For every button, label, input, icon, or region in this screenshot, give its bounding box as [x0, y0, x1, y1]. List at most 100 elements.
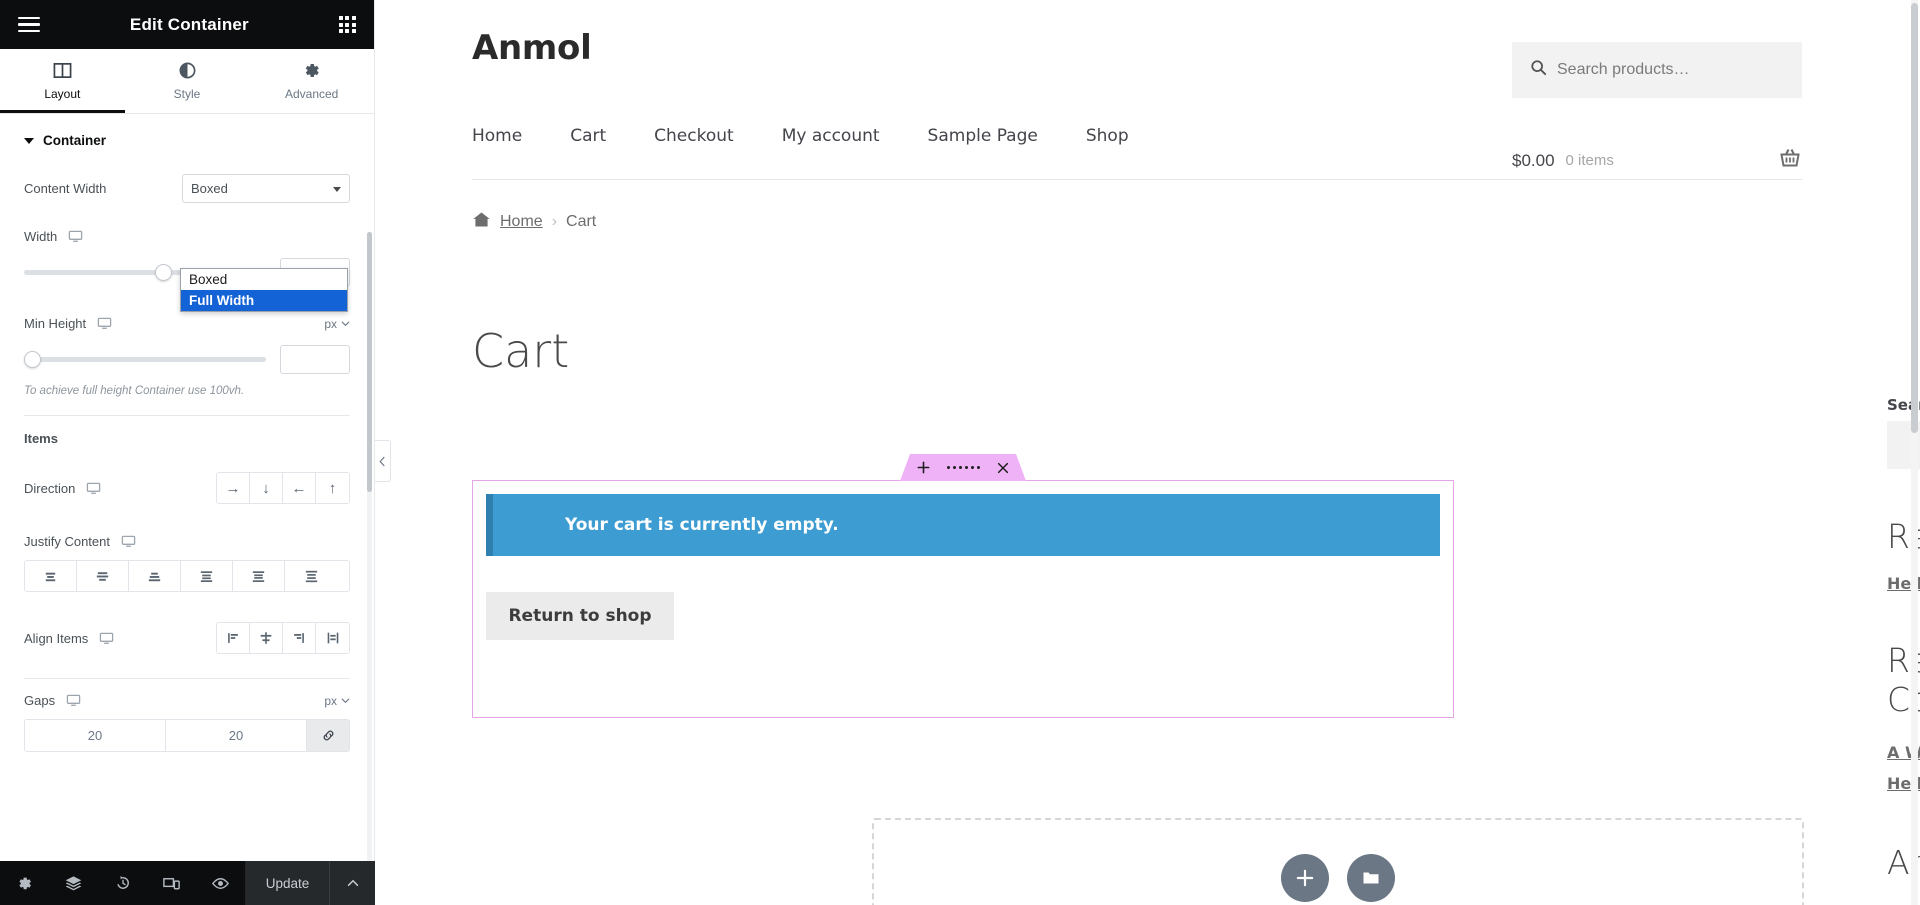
direction-button-group: → ↓ ← ↑ [216, 472, 350, 504]
control-direction: Direction → ↓ ← ↑ [0, 446, 374, 504]
link-icon[interactable] [307, 720, 349, 751]
nav-item-my-account[interactable]: My account [782, 126, 880, 146]
tab-layout[interactable]: Layout [0, 49, 125, 113]
gaps-label-text: Gaps [24, 693, 56, 708]
desktop-icon[interactable] [121, 534, 136, 549]
justify-end-icon[interactable] [129, 561, 181, 591]
tab-style-label: Style [173, 87, 201, 101]
layers-navigator-icon[interactable] [49, 861, 98, 905]
breadcrumb-home[interactable]: Home [500, 213, 543, 231]
nav-item-shop[interactable]: Shop [1086, 126, 1129, 146]
direction-label-text: Direction [24, 480, 76, 496]
nav-item-checkout[interactable]: Checkout [654, 126, 734, 146]
desktop-icon[interactable] [66, 693, 81, 708]
tab-layout-label: Layout [44, 87, 81, 101]
update-button[interactable]: Update [245, 861, 329, 905]
align-center-icon[interactable] [250, 623, 283, 653]
min-height-slider-knob[interactable] [24, 351, 41, 368]
cart-amount: $0.00 [1512, 150, 1555, 170]
chevron-down-icon [341, 321, 350, 327]
content-width-dropdown: Boxed Full Width [180, 268, 348, 312]
align-items-button-group [216, 622, 350, 654]
align-end-icon[interactable] [283, 623, 316, 653]
page-title: Cart [472, 324, 570, 378]
preview-scrollbar[interactable] [1911, 0, 1918, 905]
half-circle-contrast-icon [125, 61, 250, 83]
arrow-up-icon[interactable]: ↑ [316, 473, 349, 503]
gear-icon [249, 61, 374, 83]
grid-apps-icon[interactable] [338, 15, 356, 34]
min-height-unit: px [324, 316, 337, 331]
content-width-option-full-width[interactable]: Full Width [181, 290, 347, 311]
preview-scrollbar-thumb[interactable] [1911, 3, 1918, 433]
product-search-box[interactable]: Search products… [1512, 42, 1802, 98]
gear-settings-icon[interactable] [0, 861, 49, 905]
arrow-left-icon[interactable]: ← [283, 473, 316, 503]
nav-item-home[interactable]: Home [472, 126, 522, 146]
site-header: Anmol Search products… Home Cart Checkou… [375, 0, 1920, 180]
content-width-select[interactable]: Boxed [182, 174, 350, 203]
plus-icon[interactable] [916, 460, 931, 475]
cart-summary[interactable]: $0.00 0 items [1512, 146, 1802, 175]
desktop-icon[interactable] [99, 631, 114, 646]
responsive-devices-icon[interactable] [147, 861, 196, 905]
justify-space-around-icon[interactable] [233, 561, 285, 591]
return-to-shop-button[interactable]: Return to shop [486, 592, 674, 640]
justify-space-between-icon[interactable] [181, 561, 233, 591]
hamburger-icon[interactable] [18, 16, 40, 33]
justify-space-evenly-icon[interactable] [285, 561, 337, 591]
min-height-label: Min Height [24, 316, 112, 331]
gaps-label: Gaps [24, 693, 81, 708]
arrow-down-icon[interactable]: ↓ [250, 473, 283, 503]
chevron-up-icon[interactable] [329, 861, 375, 905]
tab-advanced-label: Advanced [284, 87, 339, 101]
content-width-value: Boxed [191, 181, 228, 196]
min-height-input[interactable] [280, 345, 350, 374]
elementor-selected-container[interactable]: Your cart is currently empty. Return to … [472, 480, 1454, 718]
justify-start-icon[interactable] [25, 561, 77, 591]
min-height-slider[interactable] [24, 350, 266, 370]
width-slider-knob[interactable] [154, 264, 172, 281]
justify-center-icon[interactable] [77, 561, 129, 591]
section-container-header[interactable]: Container [0, 114, 374, 164]
align-stretch-icon[interactable] [316, 623, 349, 653]
gaps-inputs: 20 20 [24, 719, 350, 752]
desktop-icon[interactable] [97, 316, 112, 331]
tab-advanced[interactable]: Advanced [249, 49, 374, 113]
editor-root: Edit Container Layout Style Advanced Con… [0, 0, 1920, 905]
min-height-unit-selector[interactable]: px [324, 317, 350, 331]
panel-tabs: Layout Style Advanced [0, 49, 374, 114]
panel-collapse-handle[interactable] [375, 440, 391, 482]
align-start-icon[interactable] [217, 623, 250, 653]
min-height-hint: To achieve full height Container use 100… [24, 385, 245, 397]
tab-style[interactable]: Style [125, 49, 250, 113]
cart-items-count: 0 items [1565, 152, 1614, 169]
gaps-column-input[interactable]: 20 [25, 720, 166, 751]
control-justify-content: Justify Content [0, 504, 374, 549]
chevron-down-icon [333, 186, 341, 192]
desktop-icon[interactable] [68, 229, 83, 244]
basket-icon[interactable] [1778, 146, 1802, 175]
nav-item-cart[interactable]: Cart [570, 126, 606, 146]
close-x-icon[interactable] [996, 461, 1010, 475]
min-height-slider-track [24, 357, 266, 362]
six-dots-drag-icon[interactable] [947, 466, 980, 469]
panel-footer: Update [0, 861, 375, 905]
gaps-unit-selector[interactable]: px [324, 694, 350, 708]
folder-templates-icon[interactable] [1347, 854, 1395, 902]
chevron-down-icon [341, 698, 350, 704]
home-icon[interactable] [472, 210, 491, 234]
content-width-option-boxed[interactable]: Boxed [181, 269, 347, 290]
breadcrumb-current: Cart [566, 213, 597, 230]
nav-item-sample-page[interactable]: Sample Page [928, 126, 1038, 146]
panel-scrollbar-thumb[interactable] [367, 232, 372, 492]
gaps-row-input[interactable]: 20 [166, 720, 307, 751]
add-new-section-area [872, 818, 1804, 905]
history-icon[interactable] [98, 861, 147, 905]
desktop-icon[interactable] [86, 481, 101, 496]
eye-preview-icon[interactable] [196, 861, 245, 905]
plus-icon[interactable] [1281, 854, 1329, 902]
cart-empty-notice: Your cart is currently empty. [486, 494, 1440, 556]
panel-header: Edit Container [0, 0, 374, 49]
arrow-right-icon[interactable]: → [217, 473, 250, 503]
